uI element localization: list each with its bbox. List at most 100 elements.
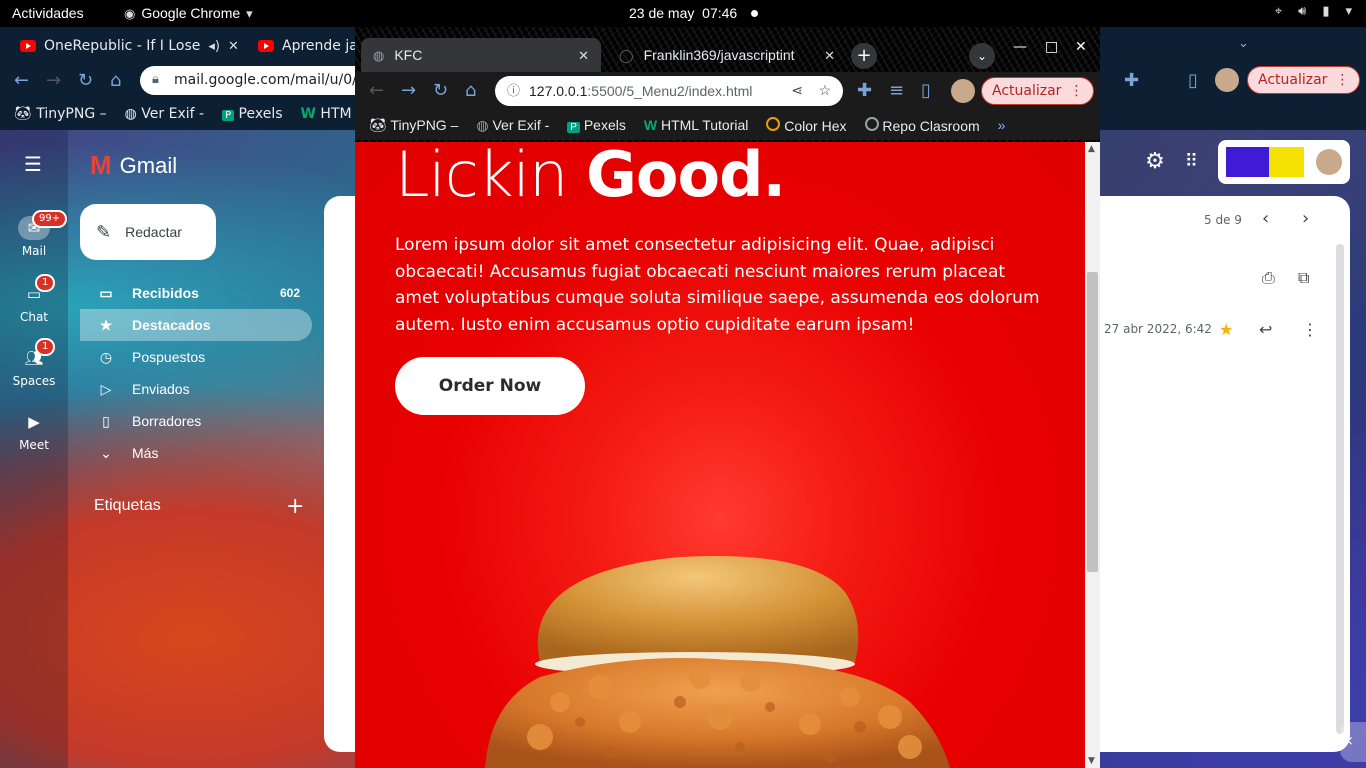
nav-starred[interactable]: ★ Destacados: [80, 309, 312, 341]
scroll-up-icon[interactable]: ▲: [1088, 144, 1095, 154]
front-browser-window: ◍ KFC ✕ ◯ Franklin369/javascriptint ✕ + …: [355, 27, 1100, 768]
bookmark-tinypng[interactable]: 🐼︎ TinyPNG –: [14, 106, 107, 122]
bookmark-html[interactable]: W HTM: [301, 106, 352, 122]
tab-title: Franklin369/javascriptint: [643, 47, 795, 63]
new-tab-button[interactable]: +: [851, 43, 877, 69]
expand-side-panel-icon[interactable]: ‹: [1340, 722, 1366, 762]
print-icon[interactable]: ⎙: [1262, 268, 1275, 288]
chat-badge: 1: [35, 274, 56, 292]
close-window-icon[interactable]: ✕: [1075, 39, 1087, 55]
back-icon[interactable]: ←: [369, 80, 384, 101]
rail-spaces[interactable]: 👥︎ Spaces 1: [0, 338, 68, 388]
more-vert-icon: ⋮: [1069, 83, 1084, 99]
tab-kfc[interactable]: ◍ KFC ✕: [361, 38, 601, 72]
side-panel-icon[interactable]: ▯: [921, 80, 931, 101]
reading-list-icon[interactable]: ≡: [889, 80, 904, 101]
close-icon[interactable]: ✕: [578, 49, 589, 62]
nav-more[interactable]: ⌄ Más: [80, 437, 312, 469]
extensions-icon[interactable]: ✚: [1124, 70, 1139, 91]
mail-badge: 99+: [32, 210, 68, 228]
time: 07:46: [702, 5, 738, 21]
front-update-button[interactable]: Actualizar ⋮: [981, 77, 1095, 105]
rail-meet[interactable]: ▶ Meet: [0, 410, 68, 452]
forward-icon[interactable]: →: [401, 80, 416, 101]
next-icon[interactable]: ›: [1302, 208, 1309, 229]
more-bookmarks-icon[interactable]: »: [998, 117, 1006, 133]
star-outline-icon[interactable]: ☆: [818, 82, 831, 99]
rail-chat[interactable]: ▭ Chat 1: [0, 274, 68, 324]
close-icon[interactable]: ✕: [824, 49, 835, 62]
bookmark-exif[interactable]: ◍ Ver Exif -: [125, 106, 204, 122]
compose-button[interactable]: ✎ Redactar: [80, 204, 216, 260]
back-tab-youtube-2[interactable]: Aprende ja: [258, 31, 358, 61]
gmail-logo[interactable]: M Gmail: [90, 150, 177, 181]
profile-avatar[interactable]: [951, 79, 975, 103]
tab-search-icon[interactable]: ⌄: [969, 43, 995, 69]
back-update-button[interactable]: Actualizar ⋮: [1247, 66, 1361, 94]
bookmark-exif[interactable]: ◍ Ver Exif -: [476, 117, 549, 134]
rail-mail[interactable]: ✉ Mail 99+: [0, 210, 68, 258]
add-label-icon[interactable]: +: [286, 494, 304, 519]
forward-icon[interactable]: →: [46, 70, 61, 91]
color-wheel-icon: [766, 116, 781, 131]
tab-search-icon[interactable]: ⌄: [1238, 37, 1249, 50]
gmail-scrollbar[interactable]: [1336, 244, 1344, 734]
nav-drafts[interactable]: ▯ Borradores: [80, 405, 312, 437]
menu-icon[interactable]: ☰: [24, 154, 42, 174]
draft-icon: ▯: [102, 412, 110, 429]
share-icon[interactable]: ⋖: [791, 82, 803, 99]
bookmark-tinypng[interactable]: 🐼︎ TinyPNG –: [369, 117, 458, 134]
bookmark-color-hex[interactable]: Color Hex: [766, 116, 847, 134]
close-icon[interactable]: ✕: [228, 40, 239, 53]
account-switcher[interactable]: [1218, 140, 1350, 184]
bookmark-pexels[interactable]: P Pexels: [567, 117, 626, 133]
reply-icon[interactable]: ↩: [1259, 320, 1272, 339]
activities-button[interactable]: Actividades: [12, 5, 84, 21]
nav-label: Recibidos: [132, 285, 199, 301]
profile-avatar[interactable]: [1215, 68, 1239, 92]
gmail-header-actions: ⚙ ⠿: [1145, 140, 1350, 184]
bookmark-html-tutorial[interactable]: W HTML Tutorial: [644, 117, 749, 133]
nav-inbox[interactable]: ▭ Recibidos 602: [80, 277, 312, 309]
bookmark-repo[interactable]: Repo Clasroom: [864, 116, 980, 134]
back-icon[interactable]: ←: [14, 70, 29, 91]
star-icon[interactable]: ★: [1219, 320, 1233, 339]
prev-icon[interactable]: ‹: [1262, 208, 1269, 229]
tab-title: KFC: [394, 47, 423, 63]
home-icon[interactable]: ⌂: [110, 70, 121, 91]
youtube-icon: [258, 40, 274, 52]
page-scrollbar[interactable]: ▲ ▼: [1085, 142, 1100, 768]
apps-grid-icon[interactable]: ⠿: [1185, 153, 1198, 171]
nav-snoozed[interactable]: ◷ Pospuestos: [80, 341, 312, 373]
gear-icon[interactable]: ⚙: [1145, 151, 1165, 173]
back-address-bar[interactable]: 🔒︎ mail.google.com/mail/u/0/?ta: [140, 66, 390, 95]
open-new-window-icon[interactable]: ⧉: [1298, 268, 1309, 288]
tab-github[interactable]: ◯ Franklin369/javascriptint ✕: [613, 38, 841, 72]
extensions-icon[interactable]: ✚: [857, 80, 872, 101]
scroll-down-icon[interactable]: ▼: [1088, 756, 1095, 766]
inbox-count: 602: [279, 286, 300, 300]
nav-sent[interactable]: ▷ Enviados: [80, 373, 312, 405]
rail-label: Mail: [21, 244, 47, 258]
system-tray[interactable]: ⌖ 🔊︎ ▮ ▾: [1275, 4, 1352, 17]
back-tab-youtube-1[interactable]: OneRepublic - If I Lose ◂) ✕: [20, 31, 239, 61]
reload-icon[interactable]: ↻: [433, 80, 448, 101]
pencil-icon: ✎: [96, 221, 112, 242]
minimize-icon[interactable]: —: [1013, 39, 1027, 55]
nav-label: Destacados: [132, 317, 211, 333]
front-address-bar[interactable]: ⓘ 127.0.0.1:5500/5_Menu2/index.html ⋖ ☆: [495, 76, 843, 106]
app-menu[interactable]: ◉ Google Chrome ▾: [124, 5, 253, 21]
home-icon[interactable]: ⌂: [465, 80, 476, 101]
more-vert-icon[interactable]: ⋮: [1302, 320, 1318, 339]
chevron-down-icon: ▾: [246, 5, 253, 21]
reload-icon[interactable]: ↻: [78, 70, 93, 91]
chrome-icon: ◉: [124, 5, 136, 21]
system-top-bar: Actividades ◉ Google Chrome ▾ 23 de may …: [0, 0, 1366, 27]
bookmark-pexels[interactable]: P Pexels: [222, 106, 283, 122]
page-viewport: Lickin Good. Lorem ipsum dolor sit amet …: [355, 142, 1085, 768]
maximize-icon[interactable]: □: [1045, 39, 1058, 55]
side-panel-icon[interactable]: ▯: [1188, 70, 1198, 91]
scroll-thumb[interactable]: [1087, 272, 1098, 572]
order-now-button[interactable]: Order Now: [395, 357, 585, 415]
clock[interactable]: 23 de may 07:46: [629, 5, 737, 21]
